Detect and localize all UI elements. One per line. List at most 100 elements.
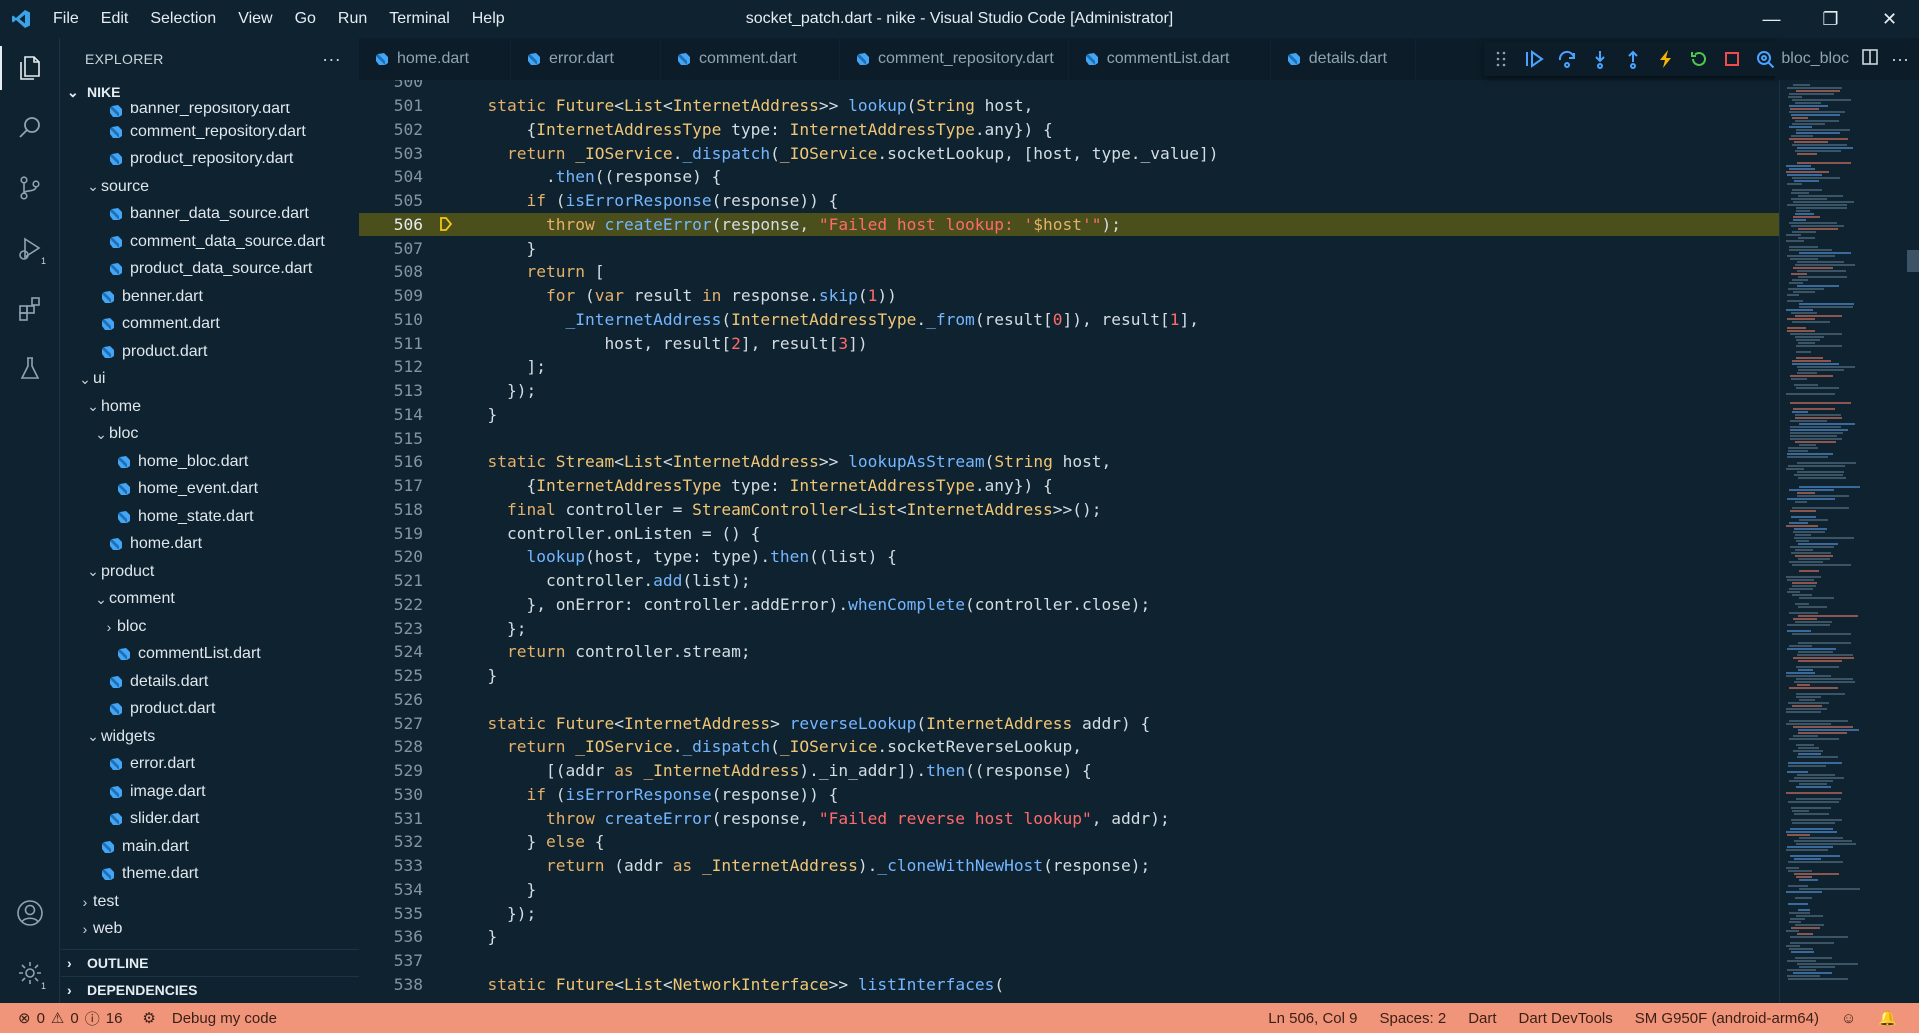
more-actions-icon[interactable]: ··· bbox=[1891, 49, 1909, 70]
tree-folder[interactable]: › web bbox=[61, 916, 359, 944]
tree-file[interactable]: banner_repository.dart bbox=[61, 104, 359, 118]
editor-tab[interactable]: error.dart bbox=[511, 38, 661, 80]
tree-file[interactable]: product.dart bbox=[61, 696, 359, 724]
tree-file[interactable]: theme.dart bbox=[61, 861, 359, 889]
step-over-icon[interactable] bbox=[1556, 48, 1578, 70]
code-line[interactable]: 535 }); bbox=[359, 901, 1779, 925]
code-line[interactable]: 513 }); bbox=[359, 379, 1779, 403]
code-line[interactable]: 525 } bbox=[359, 664, 1779, 688]
code-line[interactable]: 500 bbox=[359, 80, 1779, 94]
indentation[interactable]: Spaces: 2 bbox=[1379, 1010, 1446, 1027]
notifications-bell-icon[interactable]: 🔔 bbox=[1878, 1009, 1897, 1027]
code-line[interactable]: 538 static Future<List<NetworkInterface>… bbox=[359, 973, 1779, 997]
editor-tab[interactable]: comment.dart bbox=[661, 38, 840, 80]
menu-terminal[interactable]: Terminal bbox=[378, 0, 460, 38]
code-line[interactable]: 501 static Future<List<InternetAddress>>… bbox=[359, 94, 1779, 118]
tree-file[interactable]: product.dart bbox=[61, 338, 359, 366]
debug-stackframe-icon[interactable] bbox=[423, 216, 468, 232]
tree-file[interactable]: product_data_source.dart bbox=[61, 256, 359, 284]
code-line[interactable]: 519 controller.onListen = () { bbox=[359, 521, 1779, 545]
explorer-icon[interactable] bbox=[0, 38, 60, 98]
code-line[interactable]: 529 [(addr as _InternetAddress)._in_addr… bbox=[359, 759, 1779, 783]
more-actions-icon[interactable]: ··· bbox=[322, 49, 341, 70]
tree-file[interactable]: commentList.dart bbox=[61, 641, 359, 669]
code-line[interactable]: 530 if (isErrorResponse(response)) { bbox=[359, 783, 1779, 807]
tree-folder[interactable]: ⌄ source bbox=[61, 173, 359, 201]
warning-icon[interactable]: ⚠ bbox=[51, 1009, 64, 1027]
stop-icon[interactable] bbox=[1721, 48, 1743, 70]
menu-view[interactable]: View bbox=[227, 0, 283, 38]
code-line[interactable]: 516 static Stream<List<InternetAddress>>… bbox=[359, 450, 1779, 474]
code-line[interactable]: 520 lookup(host, type: type).then((list)… bbox=[359, 545, 1779, 569]
step-out-icon[interactable] bbox=[1622, 48, 1644, 70]
code-line[interactable]: 510 _InternetAddress(InternetAddressType… bbox=[359, 308, 1779, 332]
debug-icon[interactable]: ⚙ bbox=[142, 1009, 155, 1027]
menu-file[interactable]: File bbox=[42, 0, 90, 38]
editor-tab[interactable]: details.dart bbox=[1271, 38, 1416, 80]
source-control-icon[interactable] bbox=[0, 158, 60, 218]
code-line[interactable]: 526 bbox=[359, 688, 1779, 712]
drag-handle-icon[interactable] bbox=[1490, 48, 1512, 70]
tree-file[interactable]: product_repository.dart bbox=[61, 146, 359, 174]
code-line[interactable]: 536 } bbox=[359, 925, 1779, 949]
tree-file[interactable]: main.dart bbox=[61, 833, 359, 861]
tree-file[interactable]: image.dart bbox=[61, 778, 359, 806]
cursor-position[interactable]: Ln 506, Col 9 bbox=[1268, 1010, 1357, 1027]
tree-file[interactable]: home_event.dart bbox=[61, 476, 359, 504]
account-icon[interactable] bbox=[0, 883, 60, 943]
restart-icon[interactable] bbox=[1688, 48, 1710, 70]
continue-icon[interactable] bbox=[1523, 48, 1545, 70]
step-into-icon[interactable] bbox=[1589, 48, 1611, 70]
debug-config[interactable]: Debug my code bbox=[172, 1010, 277, 1027]
tree-folder[interactable]: ⌄ home bbox=[61, 393, 359, 421]
minimize-icon[interactable]: — bbox=[1742, 0, 1801, 38]
code-line[interactable]: 511 host, result[2], result[3]) bbox=[359, 331, 1779, 355]
code-line[interactable]: 508 return [ bbox=[359, 260, 1779, 284]
code-line[interactable]: 507 } bbox=[359, 236, 1779, 260]
tree-file[interactable]: benner.dart bbox=[61, 283, 359, 311]
tree-file[interactable]: banner_data_source.dart bbox=[61, 201, 359, 229]
tree-folder[interactable]: ⌄ product bbox=[61, 558, 359, 586]
error-icon[interactable]: ⊗ bbox=[18, 1009, 31, 1027]
code-line[interactable]: 504 .then((response) { bbox=[359, 165, 1779, 189]
code-line[interactable]: 512 ]; bbox=[359, 355, 1779, 379]
code-line[interactable]: 533 return (addr as _InternetAddress)._c… bbox=[359, 854, 1779, 878]
editor-tab[interactable]: comment_repository.dart bbox=[840, 38, 1069, 80]
tab-overflow[interactable]: bloc_bloc bbox=[1781, 50, 1849, 68]
error-count[interactable]: 0 bbox=[37, 1010, 45, 1027]
code-line[interactable]: 505 if (isErrorResponse(response)) { bbox=[359, 189, 1779, 213]
tree-file[interactable]: error.dart bbox=[61, 751, 359, 779]
code-line[interactable]: 531 throw createError(response, "Failed … bbox=[359, 806, 1779, 830]
device-selector[interactable]: SM G950F (android-arm64) bbox=[1635, 1010, 1819, 1027]
code-line[interactable]: 517 {InternetAddressType type: InternetA… bbox=[359, 474, 1779, 498]
tree-file[interactable]: comment.dart bbox=[61, 311, 359, 339]
code-line[interactable]: 527 static Future<InternetAddress> rever… bbox=[359, 711, 1779, 735]
split-editor-icon[interactable] bbox=[1861, 48, 1879, 71]
feedback-icon[interactable]: ☺ bbox=[1841, 1010, 1856, 1027]
menu-go[interactable]: Go bbox=[284, 0, 327, 38]
menu-selection[interactable]: Selection bbox=[139, 0, 227, 38]
minimap[interactable] bbox=[1779, 80, 1919, 1003]
tree-file[interactable]: home_state.dart bbox=[61, 503, 359, 531]
restore-icon[interactable]: ❐ bbox=[1801, 0, 1860, 38]
current-line[interactable]: 506 throw createError(response, "Failed … bbox=[359, 212, 1779, 237]
close-icon[interactable]: ✕ bbox=[1860, 0, 1919, 38]
tree-file[interactable]: comment_data_source.dart bbox=[61, 228, 359, 256]
code-line[interactable]: 534 } bbox=[359, 878, 1779, 902]
minimap-scrollbar[interactable] bbox=[1907, 250, 1919, 272]
tree-folder[interactable]: ⌄ ui bbox=[61, 366, 359, 394]
info-icon[interactable]: ⓘ bbox=[85, 1008, 100, 1029]
tree-folder[interactable]: ⌄ comment bbox=[61, 586, 359, 614]
code-line[interactable]: 522 }, onError: controller.addError).whe… bbox=[359, 593, 1779, 617]
code-line[interactable]: 518 final controller = StreamController<… bbox=[359, 498, 1779, 522]
code-line[interactable]: 523 }; bbox=[359, 616, 1779, 640]
dart-devtools[interactable]: Dart DevTools bbox=[1519, 1010, 1613, 1027]
code-line[interactable]: 514 } bbox=[359, 403, 1779, 427]
tree-folder[interactable]: › bloc bbox=[61, 613, 359, 641]
code-line[interactable]: 528 return _IOService._dispatch(_IOServi… bbox=[359, 735, 1779, 759]
editor-tab[interactable]: commentList.dart bbox=[1069, 38, 1271, 80]
tree-file[interactable]: home.dart bbox=[61, 531, 359, 559]
code-line[interactable]: 537 bbox=[359, 949, 1779, 973]
extensions-icon[interactable] bbox=[0, 278, 60, 338]
warning-count[interactable]: 0 bbox=[70, 1010, 78, 1027]
